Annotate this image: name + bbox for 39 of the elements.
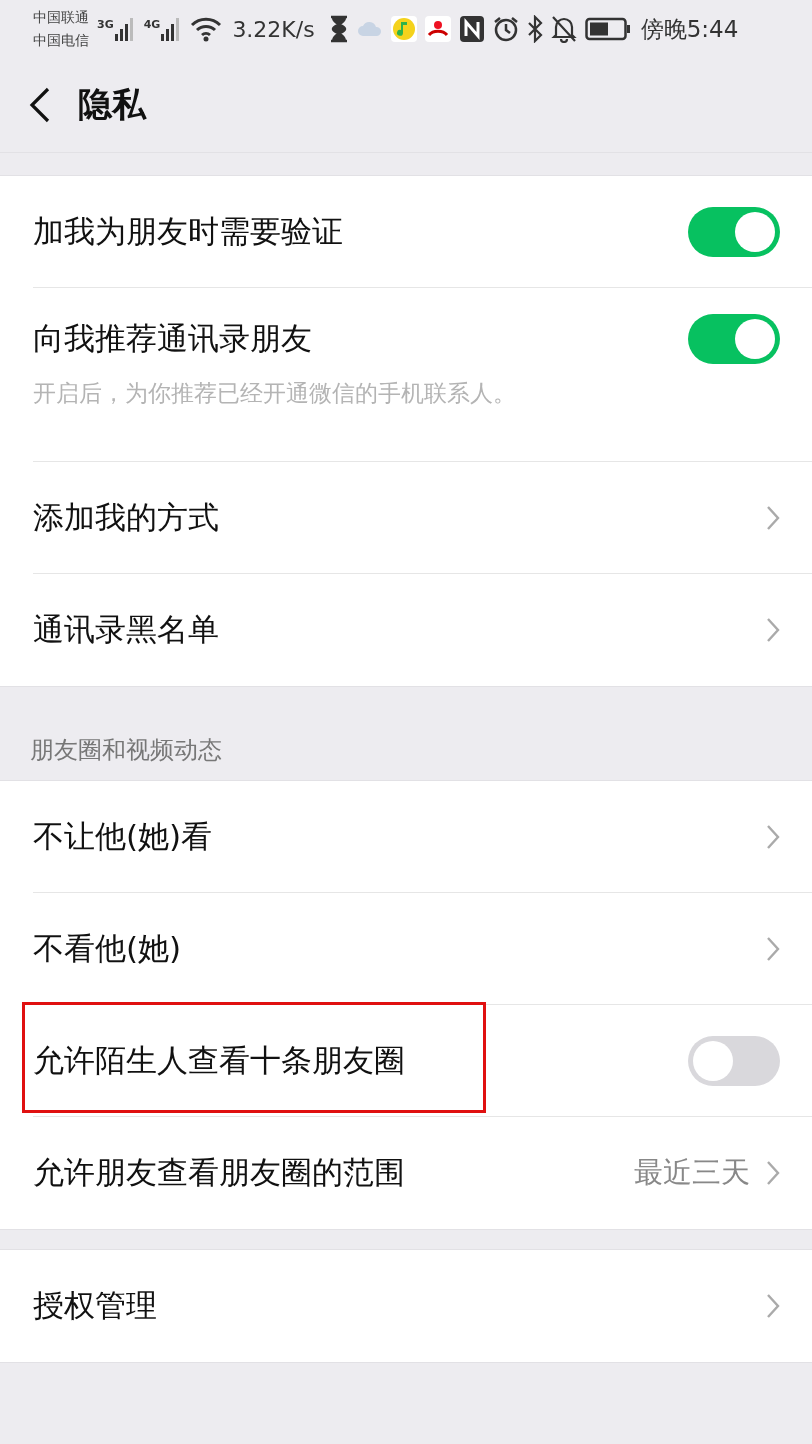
chevron-right-icon bbox=[766, 935, 780, 962]
setting-label: 允许朋友查看朋友圈的范围 bbox=[33, 1153, 406, 1192]
carrier-name: 中国电信 bbox=[33, 31, 89, 50]
toggle-switch[interactable] bbox=[688, 314, 780, 364]
mute-bell-icon bbox=[550, 15, 577, 43]
setting-value: 最近三天 bbox=[634, 1154, 750, 1191]
setting-label: 不让他(她)看 bbox=[33, 816, 214, 856]
setting-label: 授权管理 bbox=[33, 1286, 158, 1325]
toggle-switch[interactable] bbox=[688, 1035, 780, 1086]
network-type-label: 4G bbox=[143, 18, 161, 31]
news-app-icon bbox=[424, 16, 451, 42]
setting-description: 开启后，为你推荐已经开通微信的手机联系人。 bbox=[33, 379, 517, 408]
clock-time: 傍晚5:44 bbox=[640, 14, 739, 44]
bluetooth-icon bbox=[526, 15, 543, 43]
setting-label: 向我推荐通讯录朋友 bbox=[33, 319, 313, 358]
page-title: 隐私 bbox=[78, 83, 146, 126]
music-app-icon bbox=[390, 16, 417, 42]
alarm-icon bbox=[492, 16, 519, 42]
setting-label: 加我为朋友时需要验证 bbox=[33, 211, 344, 251]
signal-icon bbox=[113, 16, 136, 42]
setting-label: 添加我的方式 bbox=[33, 497, 220, 537]
chevron-right-icon bbox=[766, 504, 780, 531]
chevron-right-icon bbox=[766, 1160, 780, 1186]
wifi-icon bbox=[190, 16, 223, 42]
chevron-right-icon bbox=[766, 1293, 780, 1319]
cloud-icon bbox=[356, 21, 383, 37]
setting-label: 通讯录黑名单 bbox=[33, 610, 220, 649]
toggle-switch[interactable] bbox=[688, 206, 780, 257]
battery-icon bbox=[584, 17, 631, 41]
carrier-name: 中国联通 bbox=[33, 8, 89, 27]
setting-label: 不看他(她) bbox=[33, 928, 183, 968]
section-header: 朋友圈和视频动态 bbox=[29, 735, 223, 766]
hourglass-icon bbox=[328, 15, 349, 43]
network-type-label: 3G bbox=[97, 18, 114, 31]
setting-label: 允许陌生人查看十条朋友圈 bbox=[33, 1040, 406, 1080]
chevron-right-icon bbox=[766, 823, 780, 850]
nfc-icon bbox=[458, 15, 485, 43]
network-speed: 3.22K/s bbox=[232, 16, 315, 42]
chevron-right-icon bbox=[766, 617, 780, 643]
